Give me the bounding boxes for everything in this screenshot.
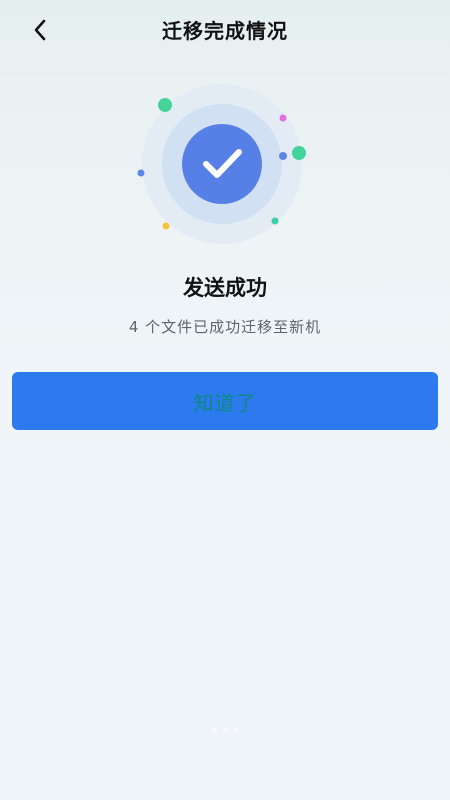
chevron-left-icon: [34, 19, 46, 41]
decor-dot-yellow: [162, 222, 170, 230]
page-indicator: [0, 728, 450, 733]
page-dot: [233, 728, 239, 733]
decor-dot-teal: [271, 217, 279, 225]
result-subtitle: 4 个文件已成功迁移至新机: [128, 318, 322, 336]
top-bar: 迁移完成情况: [0, 0, 450, 58]
page-title: 迁移完成情况: [162, 18, 288, 43]
decor-dot-green-large: [158, 98, 172, 112]
got-it-button[interactable]: 知道了: [12, 372, 438, 430]
back-button[interactable]: [26, 16, 54, 44]
success-illustration: [135, 84, 315, 254]
decor-dot-pink: [279, 114, 287, 122]
result-title: 发送成功: [183, 276, 267, 300]
decor-dot-blue-left: [137, 169, 145, 177]
page-dot: [211, 728, 217, 733]
decor-dot-blue-right: [279, 152, 287, 160]
decor-dot-green-right: [292, 146, 306, 160]
page-dot: [222, 728, 228, 733]
check-circle: [182, 124, 262, 204]
